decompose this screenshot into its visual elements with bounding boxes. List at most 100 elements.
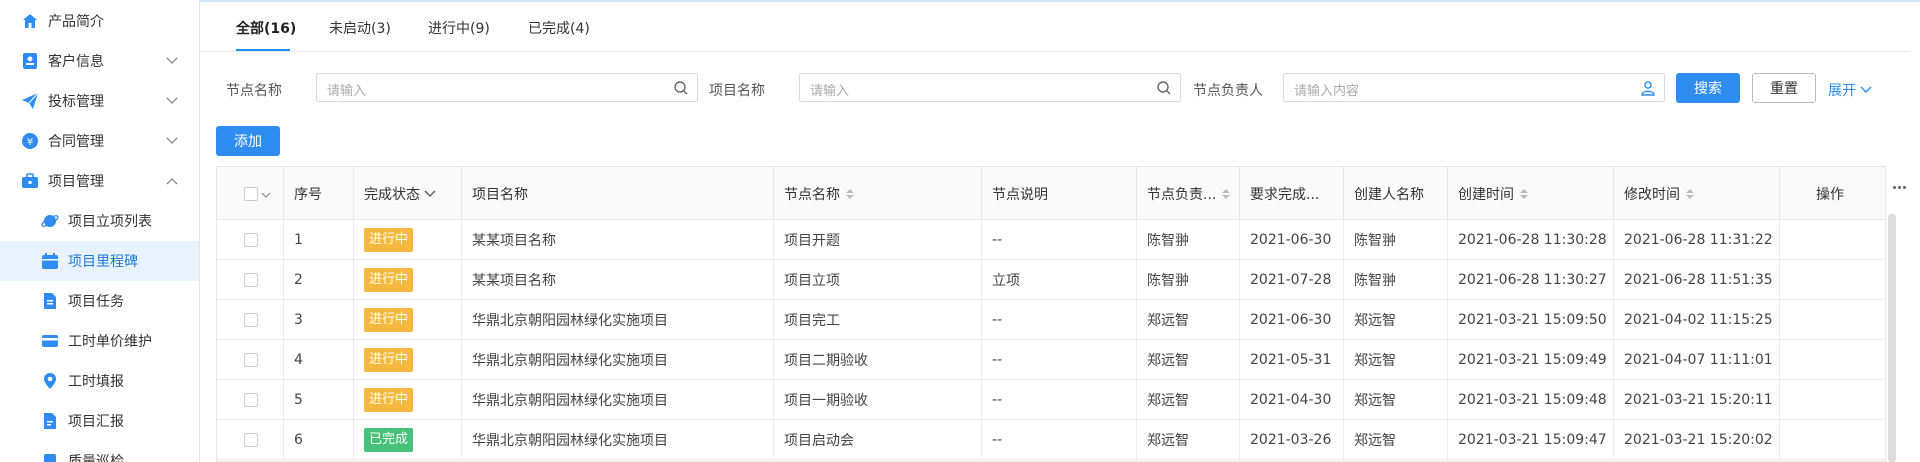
tab-all[interactable]: 全部(16): [236, 18, 296, 38]
sort-icon[interactable]: [1520, 188, 1528, 199]
search-button[interactable]: 搜索: [1676, 73, 1740, 103]
sidebar-item-product-intro[interactable]: 产品简介: [0, 1, 199, 41]
cell-status: 已完成: [354, 420, 462, 460]
header-status[interactable]: 完成状态: [354, 167, 462, 220]
cell-desc: 立项: [982, 260, 1137, 300]
desc-text: --: [992, 232, 1003, 248]
user-icon: [1640, 80, 1656, 96]
sort-icon[interactable]: [846, 188, 854, 199]
vertical-scrollbar[interactable]: [1888, 214, 1896, 462]
cell-creator: 陈智翀: [1344, 220, 1448, 260]
cell-modified: 2021-04-07 11:11:01: [1614, 340, 1780, 380]
header-project: 项目名称: [462, 167, 774, 220]
due-text: 2021-04-30: [1250, 392, 1332, 408]
cell-creator: 陈智翀: [1344, 260, 1448, 300]
created-text: 2021-06-28 11:30:28: [1458, 232, 1607, 248]
sidebar-item-label: 产品简介: [48, 14, 104, 30]
sidebar-item-bidding[interactable]: 投标管理: [0, 81, 199, 121]
status-badge: 进行中: [364, 268, 414, 292]
due-text: 2021-06-30: [1250, 232, 1332, 248]
project-name-input[interactable]: 请输入: [799, 73, 1181, 102]
milestone-table: 序号 完成状态 项目名称 节点名称 节点说明 节点负责... 要求完成... 创…: [216, 166, 1886, 462]
created-text: 2021-03-21 15:09:48: [1458, 392, 1607, 408]
seq-text: 2: [294, 272, 303, 288]
search-icon: [673, 80, 689, 96]
sidebar-item-project-list[interactable]: 项目立项列表: [0, 201, 199, 241]
tab-completed[interactable]: 已完成(4): [528, 18, 590, 38]
briefcase-icon: [21, 172, 39, 190]
creator-text: 郑远智: [1354, 393, 1396, 409]
creator-text: 郑远智: [1354, 433, 1396, 449]
add-button[interactable]: 添加: [216, 126, 280, 156]
inspection-icon: [41, 452, 59, 462]
row-checkbox[interactable]: [244, 433, 258, 447]
cell-seq: 3: [284, 300, 354, 340]
sidebar-item-customer-info[interactable]: 客户信息: [0, 41, 199, 81]
expand-label: 展开: [1828, 83, 1856, 99]
seq-text: 5: [294, 392, 303, 408]
created-text: 2021-03-21 15:09:49: [1458, 352, 1607, 368]
sidebar-item-project-mgmt[interactable]: 项目管理: [0, 161, 199, 201]
cell-ops: [1780, 220, 1885, 260]
table-row[interactable]: 4 进行中 华鼎北京朝阳园林绿化实施项目 项目二期验收 -- 郑远智 2021-05-31 郑…: [217, 340, 1885, 380]
expand-toggle[interactable]: 展开: [1828, 80, 1872, 100]
modified-text: 2021-06-28 11:31:22: [1624, 232, 1773, 248]
sidebar-item-milestones[interactable]: 项目里程碑: [0, 241, 199, 281]
cell-created: 2021-06-28 11:30:27: [1448, 260, 1614, 300]
sidebar-item-label: 项目里程碑: [68, 254, 138, 270]
cell-cb[interactable]: [217, 380, 284, 420]
sidebar-item-inspection[interactable]: 质量巡检: [0, 441, 199, 462]
node-name-input[interactable]: 请输入: [316, 73, 698, 102]
cell-modified: 2021-06-28 11:51:35: [1614, 260, 1780, 300]
sidebar-item-contract[interactable]: ¥ 合同管理: [0, 121, 199, 161]
modified-text: 2021-04-02 11:15:25: [1624, 312, 1773, 328]
row-checkbox[interactable]: [244, 273, 258, 287]
header-label: 修改时间: [1624, 186, 1680, 203]
header-created[interactable]: 创建时间: [1448, 167, 1614, 220]
sort-icon[interactable]: [1686, 188, 1694, 199]
status-badge: 进行中: [364, 348, 414, 372]
header-label: 节点说明: [992, 186, 1048, 203]
header-owner[interactable]: 节点负责...: [1137, 167, 1240, 220]
cell-status: 进行中: [354, 220, 462, 260]
header-ops: 操作: [1780, 167, 1885, 220]
sidebar-item-hourly-rate[interactable]: 工时单价维护: [0, 321, 199, 361]
sidebar-item-label: 工时填报: [68, 374, 124, 390]
cell-cb[interactable]: [217, 300, 284, 340]
table-row[interactable]: 3 进行中 华鼎北京朝阳园林绿化实施项目 项目完工 -- 郑远智 2021-06-30 郑远智…: [217, 300, 1885, 340]
more-icon[interactable]: [1893, 180, 1909, 194]
chevron-down-icon: [166, 55, 178, 67]
node-text: 项目启动会: [784, 433, 854, 449]
table-row[interactable]: 2 进行中 某某项目名称 项目立项 立项 陈智翀 2021-07-28 陈智翀 2021-06-…: [217, 260, 1885, 300]
table-row[interactable]: 5 进行中 华鼎北京朝阳园林绿化实施项目 项目一期验收 -- 郑远智 2021-04-30 郑…: [217, 380, 1885, 420]
table-row[interactable]: 1 进行中 某某项目名称 项目开题 -- 陈智翀 2021-06-30 陈智翀 2021-06-…: [217, 220, 1885, 260]
table-header: 序号 完成状态 项目名称 节点名称 节点说明 节点负责... 要求完成... 创…: [217, 167, 1885, 220]
cell-status: 进行中: [354, 380, 462, 420]
row-checkbox[interactable]: [244, 233, 258, 247]
sidebar-item-timesheet[interactable]: 工时填报: [0, 361, 199, 401]
header-modified[interactable]: 修改时间: [1614, 167, 1780, 220]
sort-icon[interactable]: [1222, 188, 1231, 199]
select-all-checkbox[interactable]: [244, 186, 258, 201]
row-checkbox[interactable]: [244, 393, 258, 407]
table-row[interactable]: 6 已完成 华鼎北京朝阳园林绿化实施项目 项目启动会 -- 郑远智 2021-03-26 郑远…: [217, 420, 1885, 460]
row-checkbox[interactable]: [244, 313, 258, 327]
sidebar-item-tasks[interactable]: 项目任务: [0, 281, 199, 321]
document-icon: [41, 292, 59, 310]
reset-button[interactable]: 重置: [1752, 73, 1816, 103]
owner-text: 陈智翀: [1147, 273, 1189, 289]
tab-in-progress[interactable]: 进行中(9): [428, 18, 490, 38]
row-checkbox[interactable]: [244, 353, 258, 367]
select-all-column[interactable]: [217, 167, 284, 220]
cell-cb[interactable]: [217, 340, 284, 380]
node-owner-input[interactable]: 请输入内容: [1283, 73, 1665, 102]
sidebar-item-report[interactable]: 项目汇报: [0, 401, 199, 441]
cell-cb[interactable]: [217, 260, 284, 300]
cell-cb[interactable]: [217, 420, 284, 460]
chevron-down-icon: [166, 95, 178, 107]
cell-cb[interactable]: [217, 220, 284, 260]
created-text: 2021-03-21 15:09:47: [1458, 432, 1607, 448]
header-node[interactable]: 节点名称: [774, 167, 982, 220]
owner-text: 郑远智: [1147, 393, 1189, 409]
tab-not-started[interactable]: 未启动(3): [329, 18, 391, 38]
